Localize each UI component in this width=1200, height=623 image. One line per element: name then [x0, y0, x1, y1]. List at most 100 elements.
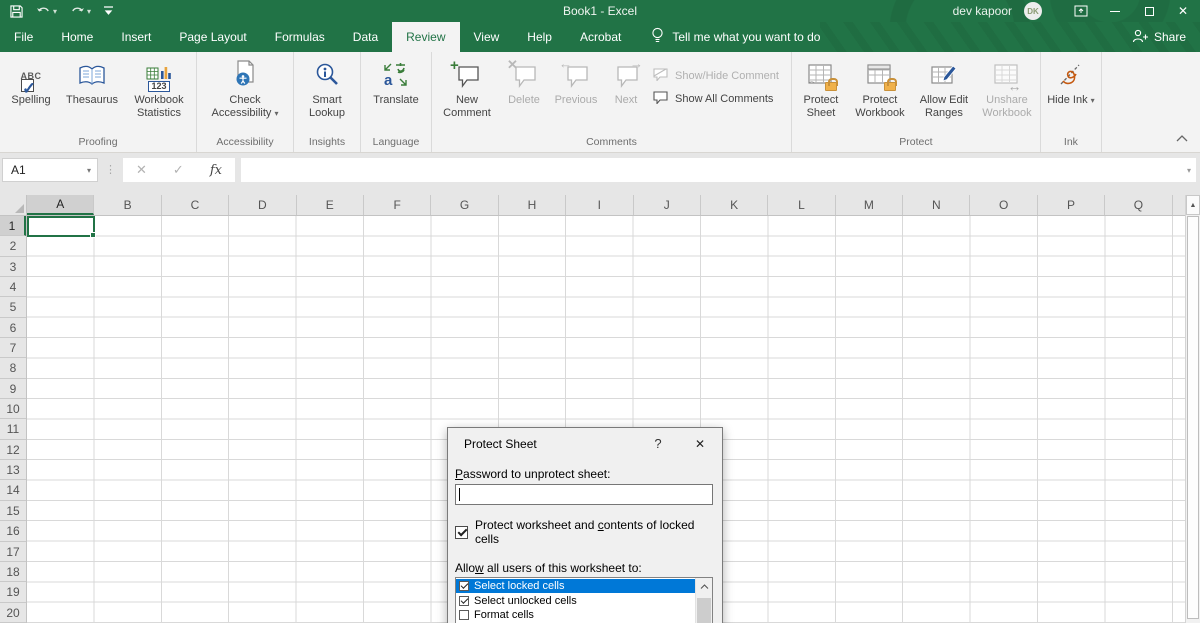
column-header[interactable]: L [768, 195, 835, 215]
redo-icon[interactable]: ▾ [70, 5, 91, 17]
translate-button[interactable]: a Translate [363, 55, 429, 131]
row-header[interactable]: 10 [0, 399, 26, 419]
active-cell-selection[interactable] [27, 216, 95, 237]
row-header[interactable]: 3 [0, 257, 26, 277]
dialog-title-bar[interactable]: Protect Sheet ? ✕ [448, 428, 722, 459]
row-header[interactable]: 12 [0, 440, 26, 460]
protect-contents-checkbox[interactable] [455, 526, 468, 539]
row-header[interactable]: 14 [0, 480, 26, 500]
row-header[interactable]: 17 [0, 542, 26, 562]
column-header[interactable]: Q [1105, 195, 1172, 215]
row-header[interactable]: 2 [0, 236, 26, 256]
share-button[interactable]: Share [1132, 29, 1186, 46]
ribbon-tab[interactable]: Help [513, 22, 566, 52]
listbox-scrollbar-thumb[interactable] [697, 598, 711, 623]
ribbon-tab[interactable]: File [0, 22, 47, 52]
column-header[interactable]: C [162, 195, 229, 215]
row-header[interactable]: 15 [0, 501, 26, 521]
ribbon-tab[interactable]: Acrobat [566, 22, 635, 52]
undo-dropdown-icon[interactable]: ▾ [53, 7, 57, 16]
undo-icon[interactable]: ▾ [36, 5, 57, 17]
protect-sheet-button[interactable]: Protect Sheet [794, 55, 848, 131]
new-comment-button[interactable]: + New Comment [434, 55, 500, 131]
row-header[interactable]: 18 [0, 562, 26, 582]
permission-item[interactable]: Select locked cells [456, 579, 695, 593]
customize-qat-icon[interactable] [104, 6, 113, 17]
permission-checkbox[interactable] [459, 596, 469, 606]
column-header[interactable]: G [431, 195, 498, 215]
workbook-statistics-button[interactable]: 123 Workbook Statistics [124, 55, 194, 131]
insert-function-icon[interactable]: fx [210, 163, 222, 178]
previous-comment-button[interactable]: ← Previous [548, 55, 604, 131]
listbox-scroll-up-icon[interactable] [696, 578, 712, 594]
password-input[interactable] [455, 484, 713, 505]
dialog-close-icon[interactable]: ✕ [678, 437, 722, 451]
check-accessibility-button[interactable]: Check Accessibility ▾ [199, 55, 291, 131]
dialog-help-icon[interactable]: ? [638, 436, 678, 451]
show-hide-comment-button[interactable]: Show/Hide Comment [652, 64, 789, 87]
column-header[interactable]: E [297, 195, 364, 215]
delete-comment-button[interactable]: ✕ Delete [500, 55, 548, 131]
protect-workbook-button[interactable]: Protect Workbook [848, 55, 912, 131]
protect-contents-checkbox-row[interactable]: Protect worksheet and contents of locked… [455, 518, 713, 546]
row-header[interactable]: 19 [0, 582, 26, 602]
close-button[interactable]: ✕ [1166, 0, 1200, 22]
worksheet[interactable]: ABCDEFGHIJKLMNOPQ 1234567891011121314151… [0, 195, 1200, 623]
tell-me-box[interactable]: Tell me what you want to do [651, 27, 820, 47]
formula-bar-splitter[interactable]: ⋮ [105, 163, 116, 176]
column-header[interactable]: K [701, 195, 768, 215]
row-header[interactable]: 16 [0, 521, 26, 541]
row-header[interactable]: 4 [0, 277, 26, 297]
column-header[interactable]: N [903, 195, 970, 215]
restore-button[interactable] [1132, 0, 1166, 22]
ribbon-tab[interactable]: Insert [107, 22, 165, 52]
row-header[interactable]: 20 [0, 603, 26, 623]
row-header[interactable]: 5 [0, 297, 26, 317]
permission-item[interactable]: Select unlocked cells [456, 593, 695, 607]
column-header[interactable]: B [94, 195, 161, 215]
permission-checkbox[interactable] [459, 610, 469, 620]
enter-entry-icon[interactable]: ✓ [173, 162, 184, 178]
ribbon-tab[interactable]: Review [392, 22, 459, 52]
name-box-dropdown-icon[interactable]: ▾ [81, 166, 97, 175]
permissions-listbox[interactable]: Select locked cells Select unlocked cell… [455, 577, 713, 623]
ribbon-display-options-icon[interactable] [1064, 0, 1098, 22]
ribbon-tab[interactable]: Data [339, 22, 392, 52]
minimize-button[interactable] [1098, 0, 1132, 22]
expand-formula-bar-icon[interactable]: ▾ [1187, 166, 1196, 175]
ribbon-tab[interactable]: View [460, 22, 514, 52]
permission-checkbox[interactable] [459, 581, 469, 591]
column-header[interactable]: D [229, 195, 296, 215]
scrollbar-thumb[interactable] [1187, 216, 1199, 619]
name-box[interactable]: A1 ▾ [2, 158, 98, 182]
row-header[interactable]: 11 [0, 419, 26, 439]
next-comment-button[interactable]: → Next [604, 55, 648, 131]
column-header[interactable]: H [499, 195, 566, 215]
show-all-comments-button[interactable]: Show All Comments [652, 87, 789, 110]
unshare-workbook-button[interactable]: ↔ Unshare Workbook [976, 55, 1038, 131]
column-header[interactable]: A [27, 195, 94, 215]
column-header[interactable]: J [634, 195, 701, 215]
user-name[interactable]: dev kapoor [953, 4, 1012, 18]
thesaurus-button[interactable]: Thesaurus [60, 55, 124, 131]
allow-edit-ranges-button[interactable]: Allow Edit Ranges [912, 55, 976, 131]
column-header[interactable]: P [1038, 195, 1105, 215]
row-header[interactable]: 8 [0, 358, 26, 378]
select-all-corner[interactable] [0, 195, 27, 216]
listbox-scrollbar[interactable] [695, 578, 712, 623]
ribbon-tab[interactable]: Page Layout [165, 22, 260, 52]
avatar[interactable]: DK [1024, 2, 1042, 20]
column-header[interactable]: F [364, 195, 431, 215]
column-header[interactable]: I [566, 195, 633, 215]
column-header[interactable]: O [970, 195, 1037, 215]
ribbon-tab[interactable]: Formulas [261, 22, 339, 52]
column-header[interactable]: M [836, 195, 903, 215]
save-icon[interactable] [10, 5, 23, 18]
row-header[interactable]: 9 [0, 379, 26, 399]
cancel-entry-icon[interactable]: ✕ [136, 162, 147, 178]
redo-dropdown-icon[interactable]: ▾ [87, 7, 91, 16]
ribbon-tab[interactable]: Home [47, 22, 107, 52]
hide-ink-button[interactable]: Hide Ink ▾ [1043, 55, 1099, 131]
scroll-up-icon[interactable]: ▲ [1186, 195, 1200, 215]
formula-input[interactable]: ▾ [241, 158, 1196, 182]
